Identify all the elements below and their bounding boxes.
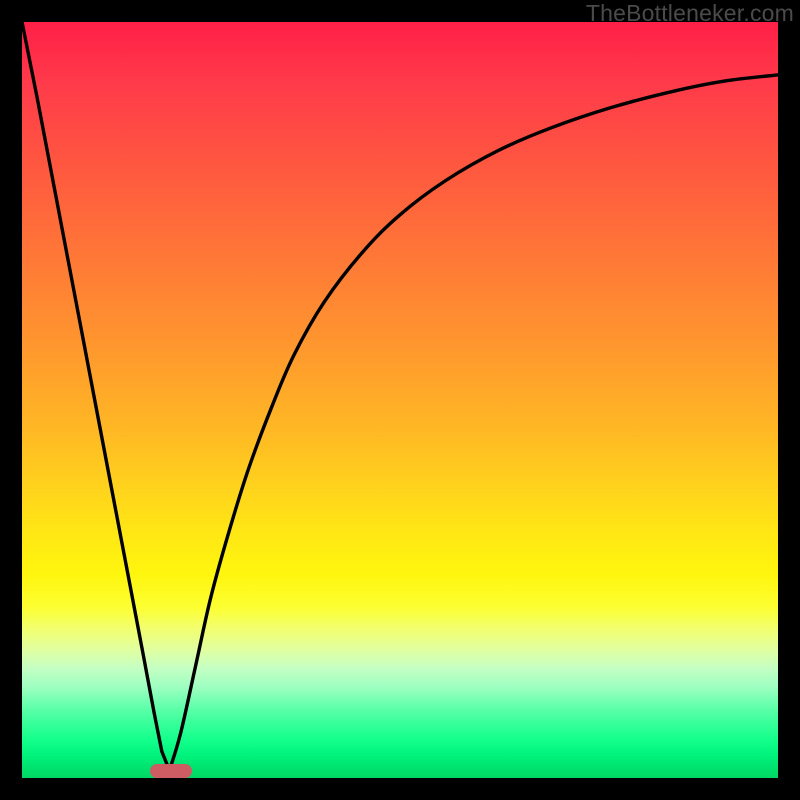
curve-path [22, 22, 778, 770]
curve-svg [22, 22, 778, 778]
chart-frame: TheBottleneker.com [0, 0, 800, 800]
plot-area [22, 22, 778, 778]
min-marker [150, 764, 192, 778]
